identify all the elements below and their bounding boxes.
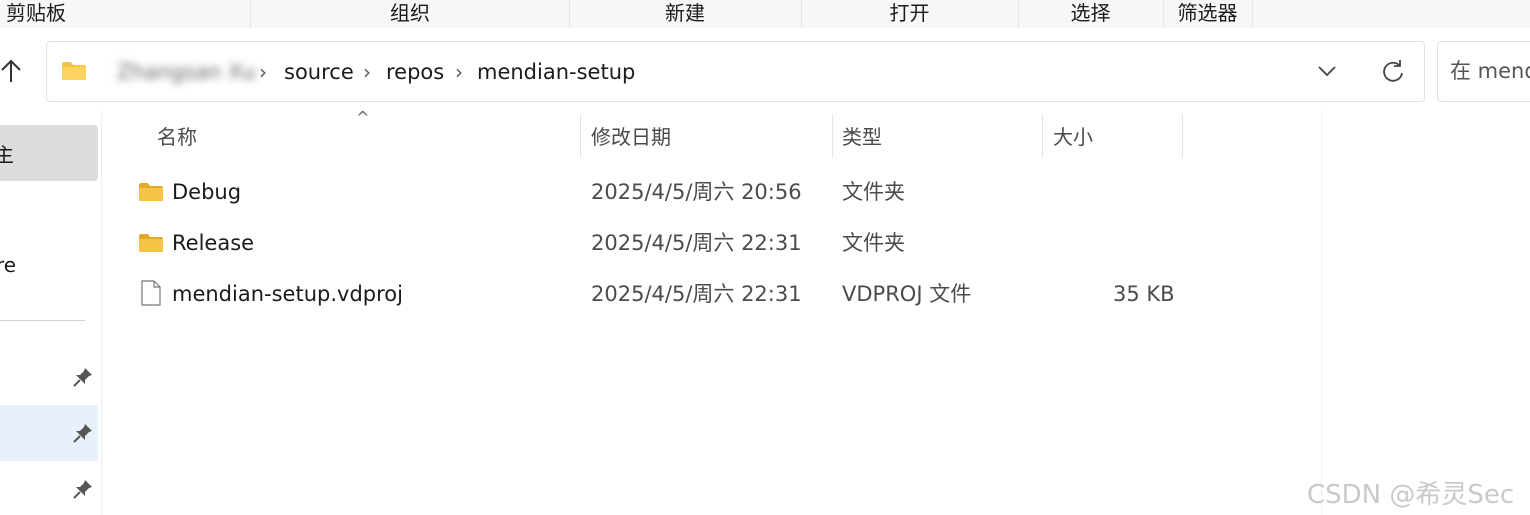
column-divider[interactable]	[1042, 114, 1043, 158]
ribbon-group-select[interactable]: 选择	[1018, 0, 1164, 28]
breadcrumb-repos[interactable]: repos	[386, 58, 444, 86]
ribbon-label-clipboard: 剪贴板	[6, 1, 66, 25]
column-divider[interactable]	[832, 114, 833, 158]
breadcrumb-user-blurred[interactable]: Zhangsan Xu	[117, 58, 256, 86]
breadcrumb-separator[interactable]: ›	[259, 58, 267, 86]
folder-icon	[139, 183, 163, 201]
ribbon-bar: 剪贴板 组织 新建 打开 选择 筛选器	[0, 0, 1530, 28]
ribbon-group-organize[interactable]: 组织	[251, 0, 570, 28]
navigation-pane: 主 re	[0, 110, 102, 515]
file-type: 文件夹	[842, 231, 905, 255]
column-divider[interactable]	[580, 114, 581, 158]
watermark: CSDN @希灵Sec	[1307, 480, 1515, 510]
file-modified: 2025/4/5/周六 20:56	[591, 180, 802, 204]
file-modified: 2025/4/5/周六 22:31	[591, 282, 802, 306]
ribbon-label-filter: 筛选器	[1177, 1, 1238, 25]
pin-icon[interactable]	[72, 366, 94, 388]
column-header-modified[interactable]: 修改日期	[591, 122, 671, 158]
nav-item-label[interactable]: re	[0, 253, 16, 277]
ribbon-label-organize: 组织	[390, 1, 430, 25]
column-header-name[interactable]: 名称	[157, 122, 197, 158]
folder-icon	[139, 234, 163, 252]
nav-item-label: 主	[0, 143, 14, 167]
file-name: mendian-setup.vdproj	[172, 282, 403, 306]
breadcrumb-separator[interactable]: ›	[455, 58, 463, 86]
address-bar[interactable]: Zhangsan Xu › source › repos › mendian-s…	[46, 41, 1425, 102]
ribbon-group-open[interactable]: 打开	[801, 0, 1019, 28]
pin-icon[interactable]	[72, 478, 94, 500]
ribbon-group-new[interactable]: 新建	[569, 0, 802, 28]
chevron-down-icon	[1318, 66, 1336, 77]
nav-divider	[0, 320, 85, 321]
history-dropdown-button[interactable]	[1317, 57, 1337, 91]
file-type: VDPROJ 文件	[842, 282, 972, 306]
breadcrumb-mendian-setup[interactable]: mendian-setup	[477, 58, 635, 86]
column-header-type[interactable]: 类型	[842, 122, 882, 158]
file-row[interactable]: mendian-setup.vdproj 2025/4/5/周六 22:31 V…	[104, 270, 1304, 318]
search-box[interactable]	[1437, 41, 1530, 102]
breadcrumb-source[interactable]: source	[284, 58, 354, 86]
pin-icon[interactable]	[72, 422, 94, 444]
column-header-size[interactable]: 大小	[1053, 122, 1093, 158]
file-row[interactable]: Release 2025/4/5/周六 22:31 文件夹	[104, 219, 1304, 267]
file-row[interactable]: Debug 2025/4/5/周六 20:56 文件夹	[104, 168, 1304, 216]
ribbon-group-filter[interactable]: 筛选器	[1163, 0, 1253, 28]
file-name: Debug	[172, 180, 242, 204]
sort-ascending-icon: ^	[356, 108, 370, 127]
file-modified: 2025/4/5/周六 22:31	[591, 231, 802, 255]
breadcrumb-separator[interactable]: ›	[363, 58, 371, 86]
search-input[interactable]	[1448, 58, 1530, 84]
file-name: Release	[172, 231, 255, 255]
file-size: 35 KB	[1113, 282, 1175, 306]
folder-icon	[62, 62, 86, 80]
file-type: 文件夹	[842, 180, 905, 204]
up-button[interactable]	[0, 58, 24, 86]
ribbon-label-open: 打开	[889, 1, 930, 25]
refresh-button[interactable]	[1381, 56, 1405, 93]
ribbon-group-clipboard[interactable]: 剪贴板	[0, 0, 251, 28]
refresh-icon	[1383, 60, 1403, 82]
pane-divider	[1321, 110, 1322, 515]
nav-item-selected[interactable]: 主	[0, 125, 98, 181]
arrow-up-icon	[1, 59, 21, 82]
file-icon	[141, 280, 161, 306]
column-divider[interactable]	[1182, 114, 1183, 158]
ribbon-label-select: 选择	[1070, 1, 1111, 25]
ribbon-label-new: 新建	[665, 1, 705, 25]
